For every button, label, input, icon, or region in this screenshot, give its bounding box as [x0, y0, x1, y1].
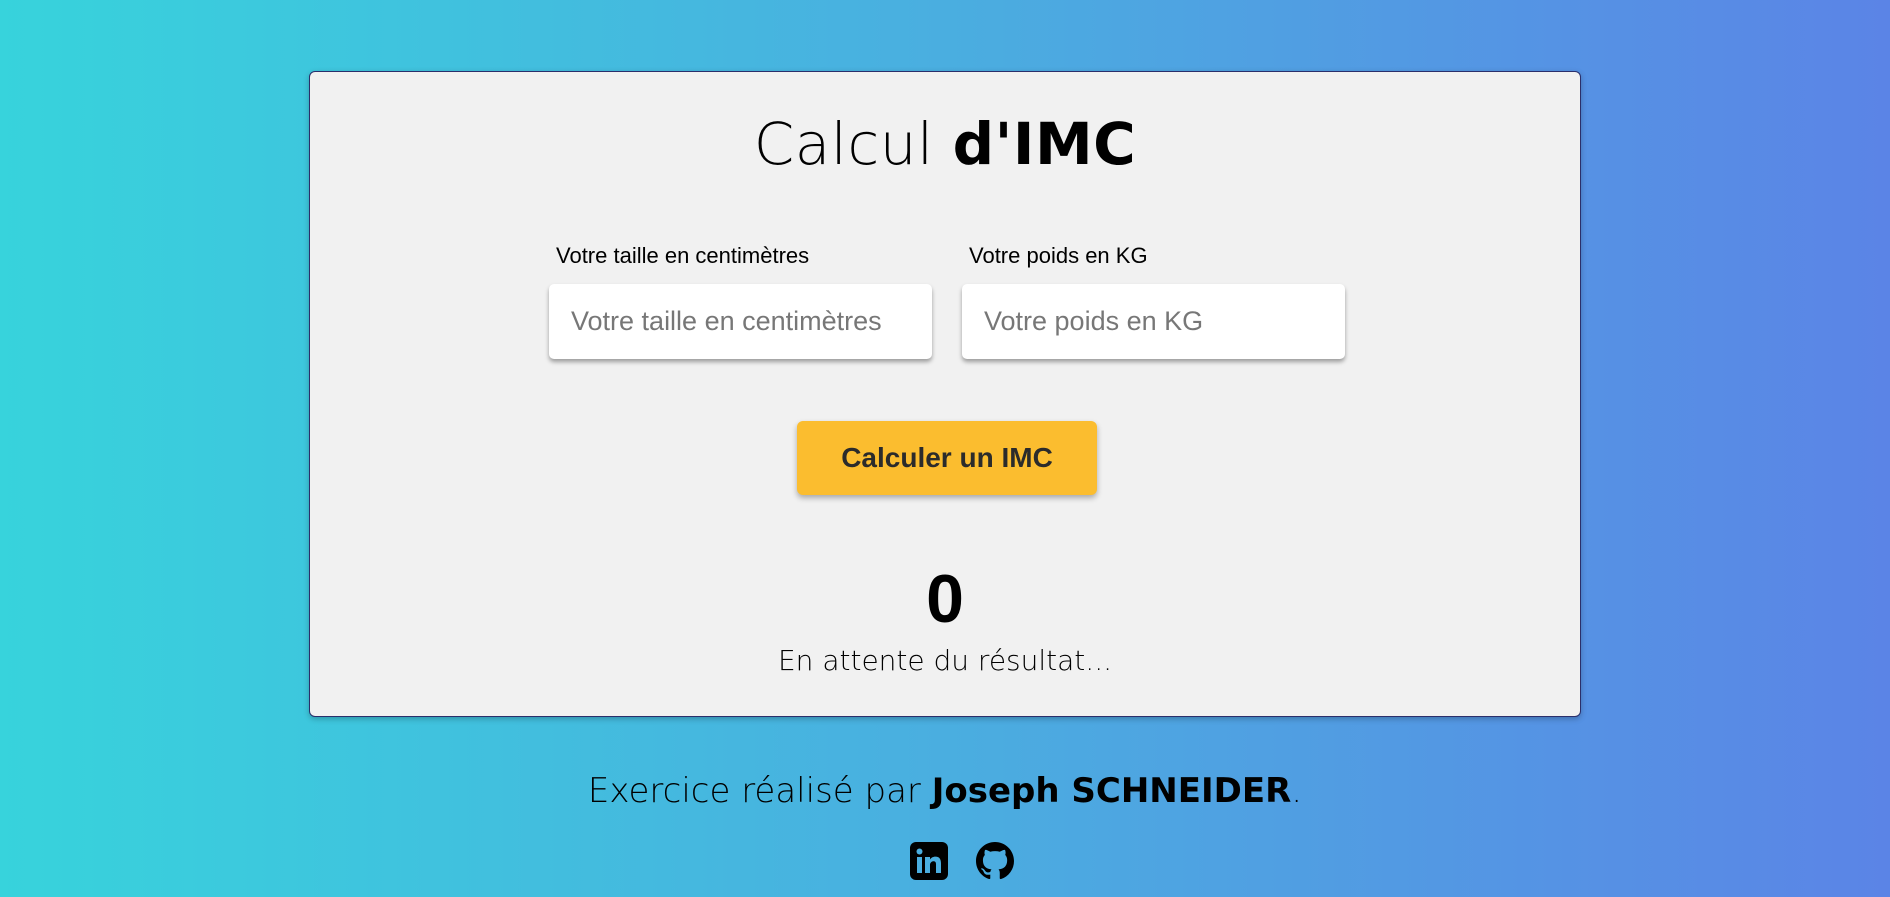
bmi-result-value: 0: [926, 561, 964, 637]
linkedin-icon[interactable]: [910, 842, 948, 880]
author-name: Joseph SCHNEIDER: [931, 771, 1292, 811]
bmi-result-status: En attente du résultat...: [777, 644, 1112, 677]
calculate-bmi-button[interactable]: Calculer un IMC: [797, 421, 1097, 495]
title-light: Calcul: [753, 110, 934, 178]
title-bold: d'IMC: [952, 110, 1137, 178]
github-icon-graphic: [976, 842, 1014, 880]
weight-field-label: Votre poids en KG: [969, 243, 1148, 268]
linkedin-icon-graphic: [910, 842, 948, 880]
height-field-label: Votre taille en centimètres: [556, 243, 810, 268]
weight-input[interactable]: [962, 284, 1345, 359]
height-input[interactable]: [549, 284, 932, 359]
footer-credit: Exercice réalisé par Joseph SCHNEIDER.: [0, 768, 1890, 814]
credit-suffix: .: [1291, 771, 1303, 811]
github-icon[interactable]: [976, 842, 1014, 880]
credit-prefix: Exercice réalisé par: [587, 771, 921, 811]
page-title: Calcul d'IMC: [0, 104, 1890, 184]
